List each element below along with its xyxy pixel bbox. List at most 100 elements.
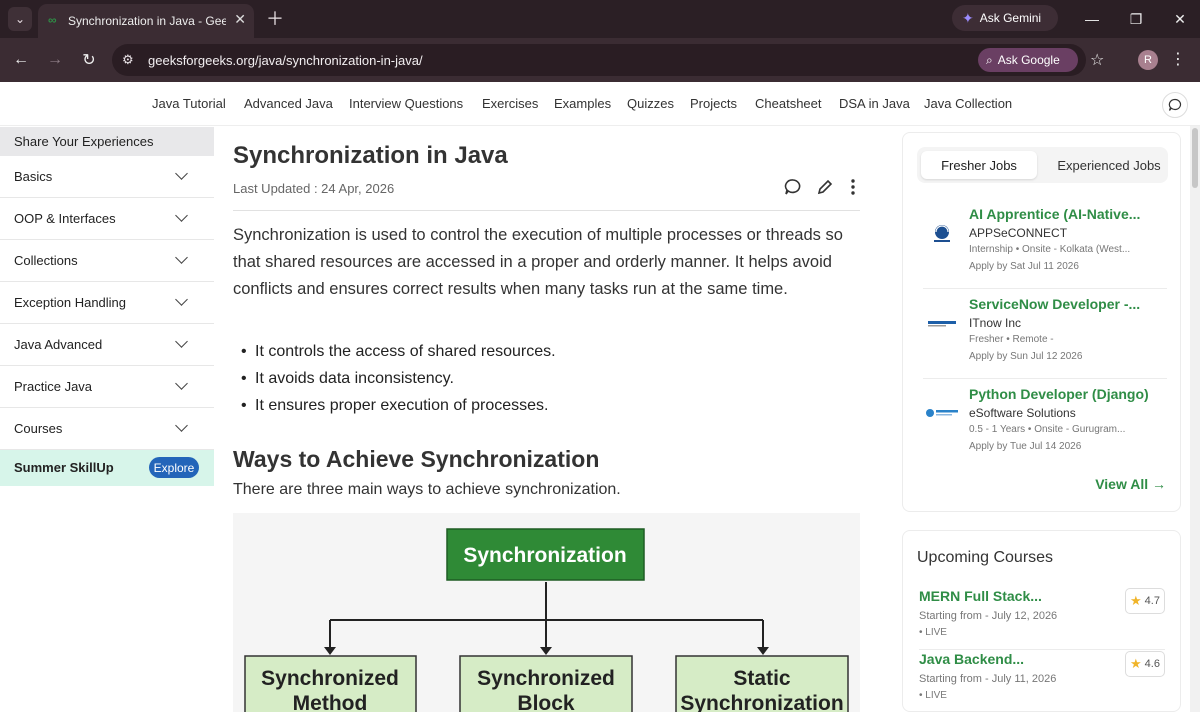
forward-arrow-icon[interactable]: → [44,49,66,71]
nav-advanced-java[interactable]: Advanced Java [244,96,333,111]
sidebar-item-label: Courses [14,421,63,436]
restore-icon[interactable]: ❐ [1124,8,1148,30]
courses-heading: Upcoming Courses [917,549,1054,566]
diagram-method-label-line2: Method [293,692,368,712]
chevron-down-icon [175,335,188,348]
key-points-list: It controls the access of shared resourc… [241,338,556,419]
sidebar-item-oop-interfaces[interactable]: OOP & Interfaces [0,198,214,240]
chevron-down-icon [175,209,188,222]
view-all-jobs-link[interactable]: View All → [1095,476,1166,492]
job-tabs: Fresher Jobs Experienced Jobs [917,147,1168,183]
job-listing[interactable]: Python Developer (Django) eSoftware Solu… [923,381,1167,469]
nav-exercises[interactable]: Exercises [482,96,538,111]
browser-toolbar: ← → ↻ ⚙ geeksforgeeks.org/java/synchroni… [0,38,1200,82]
site-settings-icon[interactable]: ⚙ [122,52,134,68]
diagram-svg: Synchronization Synchronized Method Sync… [244,528,849,712]
scrollbar-thumb[interactable] [1192,128,1198,188]
course-live-badge: • LIVE [919,627,947,638]
sidebar-item-exception-handling[interactable]: Exception Handling [0,282,214,324]
edit-pencil-icon[interactable] [815,177,835,197]
back-arrow-icon[interactable]: ← [10,49,32,71]
screen: ⌄ ∞ Synchronization in Java - GeeksforGe… [0,0,1200,712]
star-icon: ★ [1130,656,1142,671]
nav-interview-questions[interactable]: Interview Questions [349,96,463,111]
nav-java-collection[interactable]: Java Collection [924,96,1012,111]
course-start-date: Starting from - July 11, 2026 [919,673,1057,685]
comment-icon[interactable] [1162,92,1188,118]
job-apply-date: Apply by Sun Jul 12 2026 [969,351,1083,362]
tab-search-chevron-icon[interactable]: ⌄ [8,7,32,31]
bookmark-star-icon[interactable]: ☆ [1090,50,1104,70]
course-rating: ★ 4.6 [1125,651,1165,677]
job-apply-date: Apply by Sat Jul 11 2026 [969,261,1079,272]
reload-icon[interactable]: ↻ [78,49,100,71]
job-listing[interactable]: ServiceNow Developer -... ITnow Inc Fres… [923,291,1167,379]
diagram-static-label-line2: Synchronization [680,692,843,712]
diagram-block-label-line2: Block [517,692,575,712]
profile-avatar[interactable]: R [1138,50,1158,70]
browser-menu-icon[interactable]: ⋮ [1170,49,1186,69]
job-listing[interactable]: AI Apprentice (AI-Native... APPSeCONNECT… [923,201,1167,289]
section-intro: There are three main ways to achieve syn… [233,481,621,498]
nav-cheatsheet[interactable]: Cheatsheet [755,96,822,111]
chevron-down-icon [175,251,188,264]
address-bar[interactable]: ⚙ geeksforgeeks.org/java/synchronization… [112,44,1104,76]
job-title[interactable]: ServiceNow Developer -... [969,296,1161,312]
active-browser-tab[interactable]: ∞ Synchronization in Java - GeeksforGeek… [38,4,254,38]
close-window-icon[interactable]: ✕ [1168,8,1192,30]
job-company: eSoftware Solutions [969,406,1076,420]
diagram-static-label: Static [733,667,791,690]
job-title[interactable]: Python Developer (Django) [969,386,1161,402]
explore-button[interactable]: Explore [149,457,199,478]
course-name[interactable]: Java Backend... [919,651,1024,667]
course-item[interactable]: MERN Full Stack... Starting from - July … [919,588,1165,650]
esoftware-logo-icon [923,399,961,427]
sidebar-item-practice-java[interactable]: Practice Java [0,366,214,408]
summer-skillup-label: Summer SkillUp [14,460,114,475]
nav-examples[interactable]: Examples [554,96,611,111]
course-name[interactable]: MERN Full Stack... [919,588,1042,604]
course-item[interactable]: Java Backend... Starting from - July 11,… [919,651,1165,712]
list-item: It controls the access of shared resourc… [241,338,556,365]
tab-title: Synchronization in Java - GeeksforGeeks [68,14,226,28]
itnow-logo-icon [923,309,961,337]
page-scrollbar[interactable] [1190,126,1200,712]
chevron-down-icon [175,377,188,390]
ask-gemini-button[interactable]: ✦ Ask Gemini [952,5,1058,31]
minimize-icon[interactable]: — [1080,8,1104,30]
share-experiences-link[interactable]: Share Your Experiences [0,127,214,156]
nav-java-tutorial[interactable]: Java Tutorial [152,96,226,111]
upcoming-courses-card: Upcoming Courses MERN Full Stack... Star… [902,530,1181,712]
job-title[interactable]: AI Apprentice (AI-Native... [969,206,1161,222]
site-navigation: Java Tutorial Advanced Java Interview Qu… [0,82,1200,126]
comment-icon[interactable] [783,177,803,197]
chevron-down-icon [175,419,188,432]
sidebar-item-collections[interactable]: Collections [0,240,214,282]
nav-dsa-in-java[interactable]: DSA in Java [839,96,910,111]
section-heading: Ways to Achieve Synchronization [233,446,600,472]
ask-google-button[interactable]: ⌕ Ask Google [978,48,1078,72]
job-meta: 0.5 - 1 Years • Onsite - Gurugram... [969,424,1126,435]
diagram-root-label: Synchronization [463,544,626,567]
sidebar-item-courses[interactable]: Courses [0,408,214,450]
rating-value: 4.7 [1144,595,1160,607]
sidebar-item-label: Java Advanced [14,337,103,352]
article-tools [783,177,859,197]
last-updated: Last Updated : 24 Apr, 2026 [233,181,395,196]
tab-experienced-jobs[interactable]: Experienced Jobs [1049,151,1169,179]
sidebar-item-basics[interactable]: Basics [0,156,214,198]
geeksforgeeks-logo-icon: ∞ [48,13,57,27]
job-company: ITnow Inc [969,316,1022,330]
close-tab-icon[interactable]: ✕ [234,11,246,28]
ask-gemini-label: Ask Gemini [979,11,1042,25]
url-text[interactable]: geeksforgeeks.org/java/synchronization-i… [148,53,423,68]
more-options-icon[interactable] [847,177,859,197]
appseconnect-logo-icon [923,219,961,247]
new-tab-icon[interactable]: ＋ [264,7,286,29]
tab-fresher-jobs[interactable]: Fresher Jobs [921,151,1037,179]
nav-quizzes[interactable]: Quizzes [627,96,674,111]
title-divider [233,210,860,211]
nav-projects[interactable]: Projects [690,96,737,111]
diagram-method-label: Synchronized [261,667,399,690]
sidebar-item-java-advanced[interactable]: Java Advanced [0,324,214,366]
